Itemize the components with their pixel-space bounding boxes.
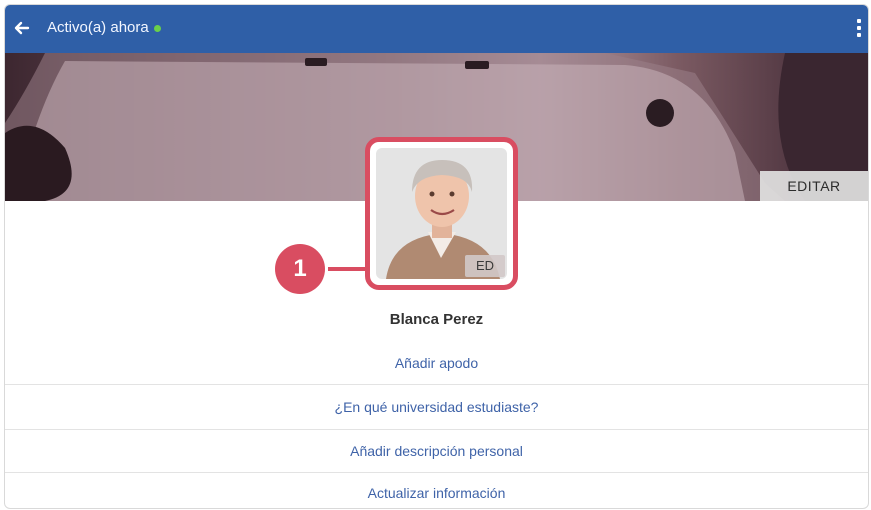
callout-number-badge: 1	[275, 244, 325, 294]
divider	[5, 384, 868, 385]
online-status: Activo(a) ahora	[47, 19, 161, 36]
online-dot-icon	[153, 24, 161, 32]
top-app-bar: Activo(a) ahora	[5, 5, 868, 53]
profile-screen: Activo(a) ahora EDITAR ED 1 Blanca Perez…	[4, 4, 869, 509]
more-vertical-icon[interactable]	[854, 17, 864, 41]
edit-photo-badge[interactable]: ED	[465, 255, 505, 277]
arrow-left-icon[interactable]	[11, 17, 33, 39]
profile-name: Blanca Perez	[389, 311, 484, 328]
profile-avatar[interactable]: ED	[365, 137, 518, 290]
callout-connector	[328, 267, 370, 271]
divider	[5, 472, 868, 473]
divider	[5, 429, 868, 430]
update-info-link[interactable]: Actualizar información	[5, 485, 868, 501]
add-university-link[interactable]: ¿En qué universidad estudiaste?	[5, 399, 868, 415]
online-status-label: Activo(a) ahora	[47, 19, 149, 36]
arrow-left-icon-graphic	[14, 21, 30, 35]
edit-cover-button[interactable]: EDITAR	[760, 171, 868, 201]
add-nickname-link[interactable]: Añadir apodo	[5, 355, 868, 371]
add-personal-description-link[interactable]: Añadir descripción personal	[5, 443, 868, 459]
